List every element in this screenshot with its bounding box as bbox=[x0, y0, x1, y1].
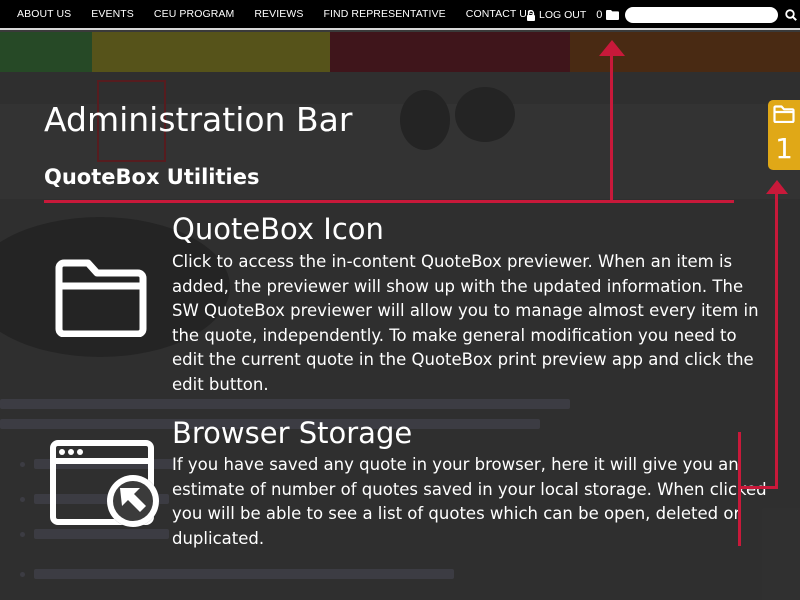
admin-bar: ABOUT US EVENTS CEU PROGRAM REVIEWS FIND… bbox=[0, 0, 800, 30]
overlay-subtitle: QuoteBox Utilities bbox=[44, 165, 260, 189]
annotation-line bbox=[738, 432, 741, 546]
quote-count: 0 bbox=[596, 9, 603, 21]
quotebox-icon-title: QuoteBox Icon bbox=[172, 212, 384, 246]
quotebox-button[interactable]: 0 bbox=[596, 9, 620, 21]
lock-icon bbox=[527, 9, 535, 21]
nav-events[interactable]: EVENTS bbox=[91, 8, 134, 20]
folder-icon bbox=[55, 259, 147, 337]
nav-about-us[interactable]: ABOUT US bbox=[17, 8, 71, 20]
overlay-title: Administration Bar bbox=[44, 100, 353, 139]
search-icon[interactable] bbox=[785, 9, 797, 21]
arrow-up-icon bbox=[599, 40, 625, 56]
logout-label: LOG OUT bbox=[539, 9, 587, 21]
side-tab-count: 1 bbox=[775, 132, 793, 165]
main-nav: ABOUT US EVENTS CEU PROGRAM REVIEWS FIND… bbox=[0, 0, 544, 28]
folder-icon bbox=[606, 10, 620, 20]
browser-storage-title: Browser Storage bbox=[172, 416, 413, 450]
nav-ceu-program[interactable]: CEU PROGRAM bbox=[154, 8, 234, 20]
browser-storage-icon bbox=[50, 440, 159, 527]
nav-reviews[interactable]: REVIEWS bbox=[254, 8, 303, 20]
section-divider bbox=[44, 200, 734, 203]
nav-contact-us[interactable]: CONTACT US bbox=[466, 8, 534, 20]
folder-icon bbox=[773, 105, 795, 123]
annotation-line bbox=[775, 190, 778, 489]
quotebox-icon-description: Click to access the in-content QuoteBox … bbox=[172, 252, 759, 394]
search-input[interactable] bbox=[625, 7, 778, 23]
arrow-up-icon bbox=[766, 180, 788, 194]
quotebox-side-tab[interactable]: 1 bbox=[768, 100, 800, 170]
annotation-line bbox=[738, 486, 778, 489]
logout-button[interactable]: LOG OUT bbox=[526, 9, 586, 21]
browser-storage-description: If you have saved any quote in your brow… bbox=[172, 455, 767, 548]
annotation-line bbox=[610, 50, 613, 202]
nav-find-representative[interactable]: FIND REPRESENTATIVE bbox=[324, 8, 446, 20]
